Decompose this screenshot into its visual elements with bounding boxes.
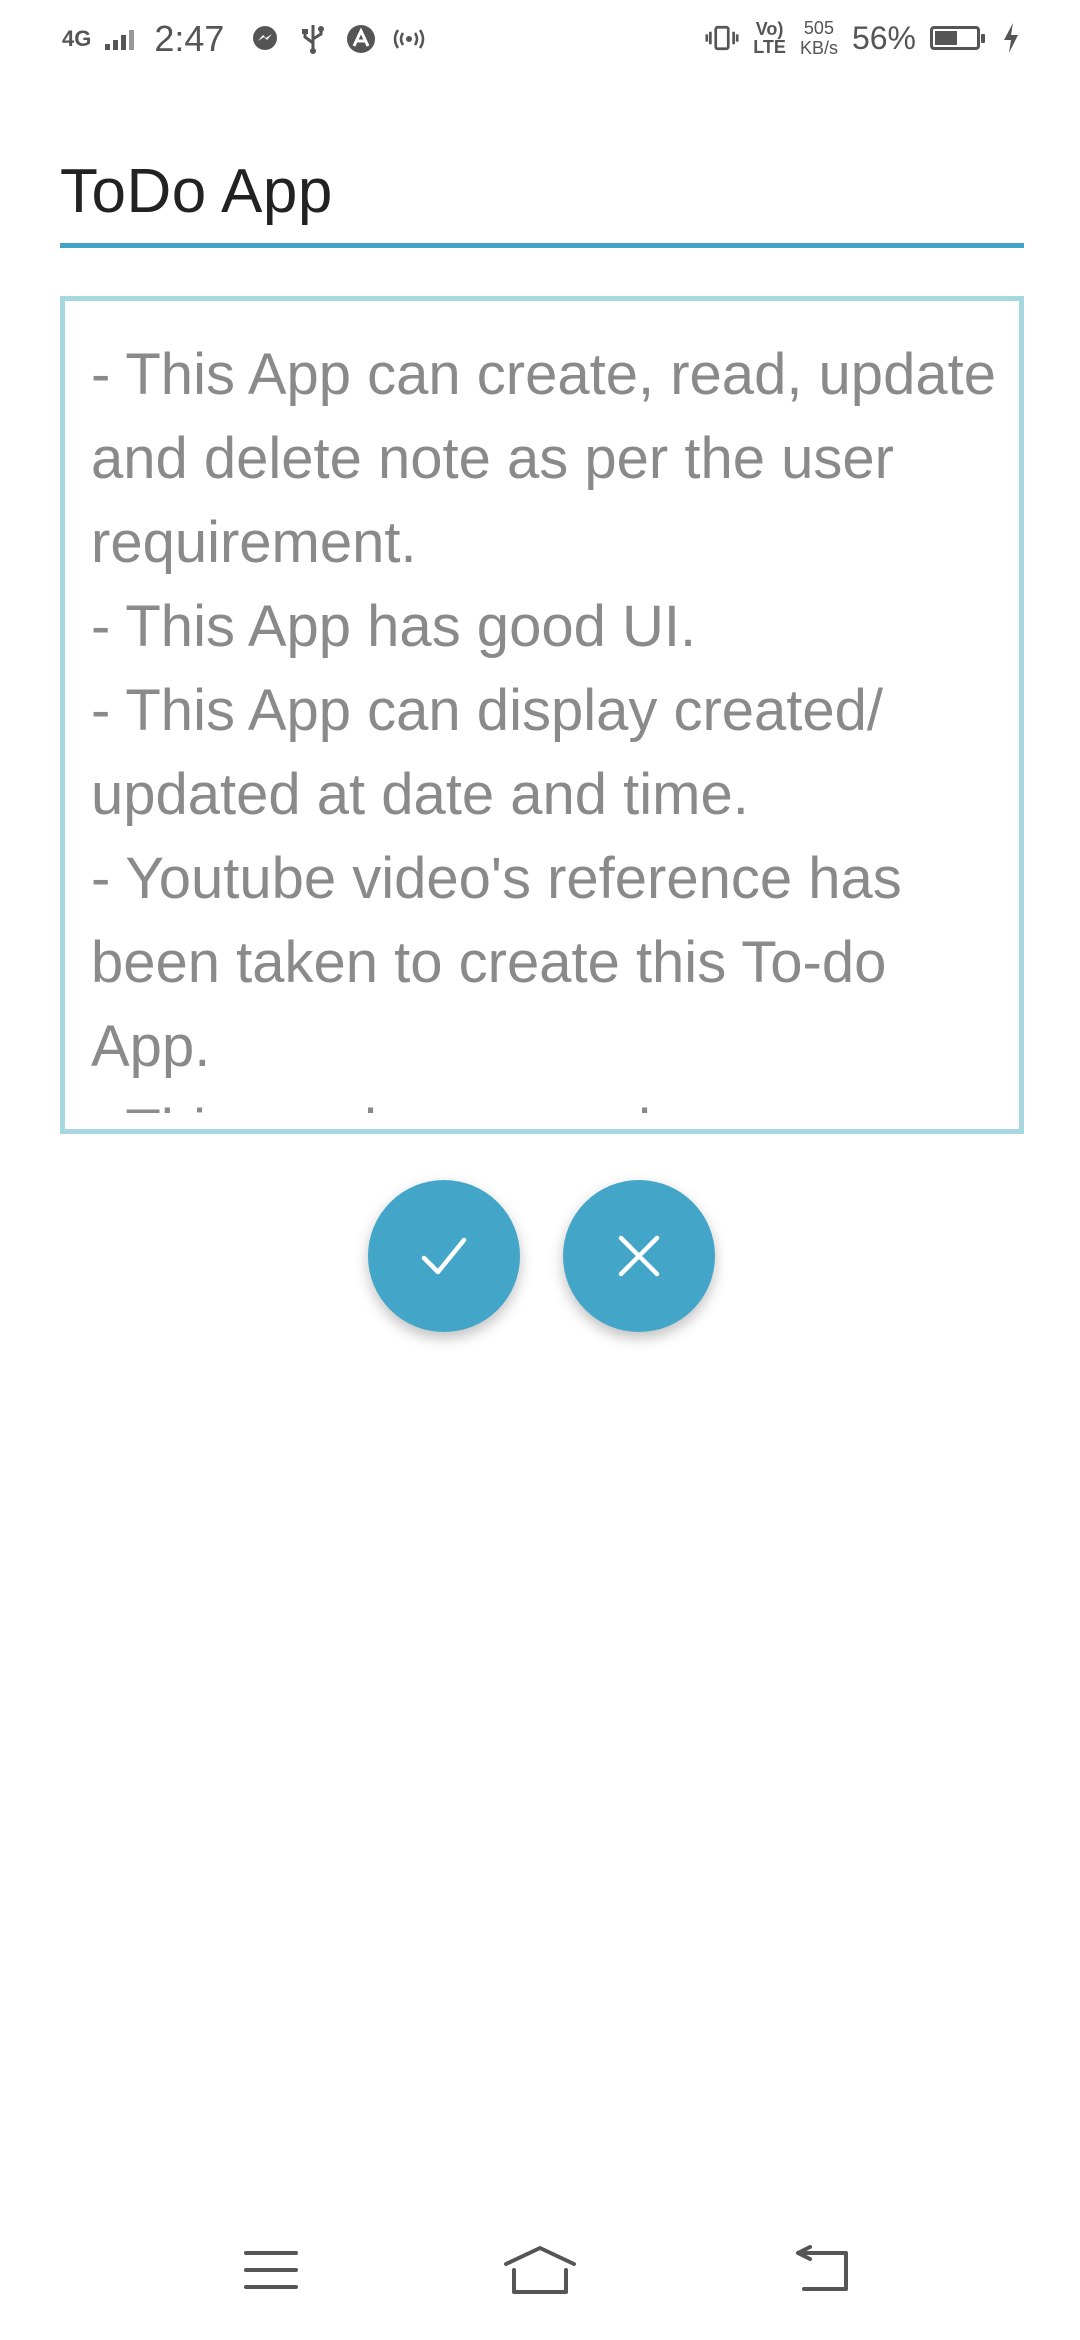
screen: 4G 2:47 Vo) LTE 505 KB/s 56% ToDo App - … xyxy=(0,0,1080,2340)
menu-icon xyxy=(244,2251,298,2289)
app-icon xyxy=(344,22,378,56)
clock: 2:47 xyxy=(154,18,225,59)
navigation-bar xyxy=(0,2230,1080,2310)
network-speed: 505 KB/s xyxy=(800,18,838,58)
check-icon xyxy=(421,1237,467,1275)
status-right: Vo) LTE 505 KB/s 56% xyxy=(705,18,1028,58)
save-button[interactable] xyxy=(368,1180,520,1332)
charging-icon xyxy=(994,21,1028,55)
vibrate-icon xyxy=(705,21,739,55)
speed-unit: KB/s xyxy=(799,38,838,58)
note-title-field[interactable]: ToDo App xyxy=(60,150,1024,248)
usb-icon xyxy=(296,22,330,56)
messenger-icon xyxy=(248,22,282,56)
battery-percent: 56% xyxy=(851,19,916,56)
back-button[interactable] xyxy=(764,2230,884,2310)
close-icon xyxy=(618,1235,660,1277)
status-left: 4G 2:47 xyxy=(62,18,426,60)
signal-icon xyxy=(105,28,135,50)
note-body-text[interactable]: - This App can create, read, update and … xyxy=(91,333,1003,1113)
home-button[interactable] xyxy=(480,2230,600,2310)
recent-apps-button[interactable] xyxy=(211,2230,331,2310)
network-type-label: 4G xyxy=(62,26,92,51)
network-indicator: 4G xyxy=(62,28,91,50)
back-icon xyxy=(796,2245,848,2291)
battery-icon xyxy=(930,26,985,50)
home-icon xyxy=(504,2246,576,2294)
battery-fill xyxy=(935,31,957,45)
speed-value: 505 xyxy=(803,18,834,38)
status-bar: 4G 2:47 Vo) LTE 505 KB/s 56% xyxy=(0,0,1080,84)
note-body-field[interactable]: - This App can create, read, update and … xyxy=(60,296,1024,1134)
cancel-button[interactable] xyxy=(563,1180,715,1332)
note-title-text[interactable]: ToDo App xyxy=(60,156,333,227)
volte-line2: LTE xyxy=(753,37,786,57)
volte-line1: Vo) xyxy=(755,19,784,39)
volte-indicator: Vo) LTE xyxy=(753,20,786,56)
hotspot-icon xyxy=(392,22,426,56)
